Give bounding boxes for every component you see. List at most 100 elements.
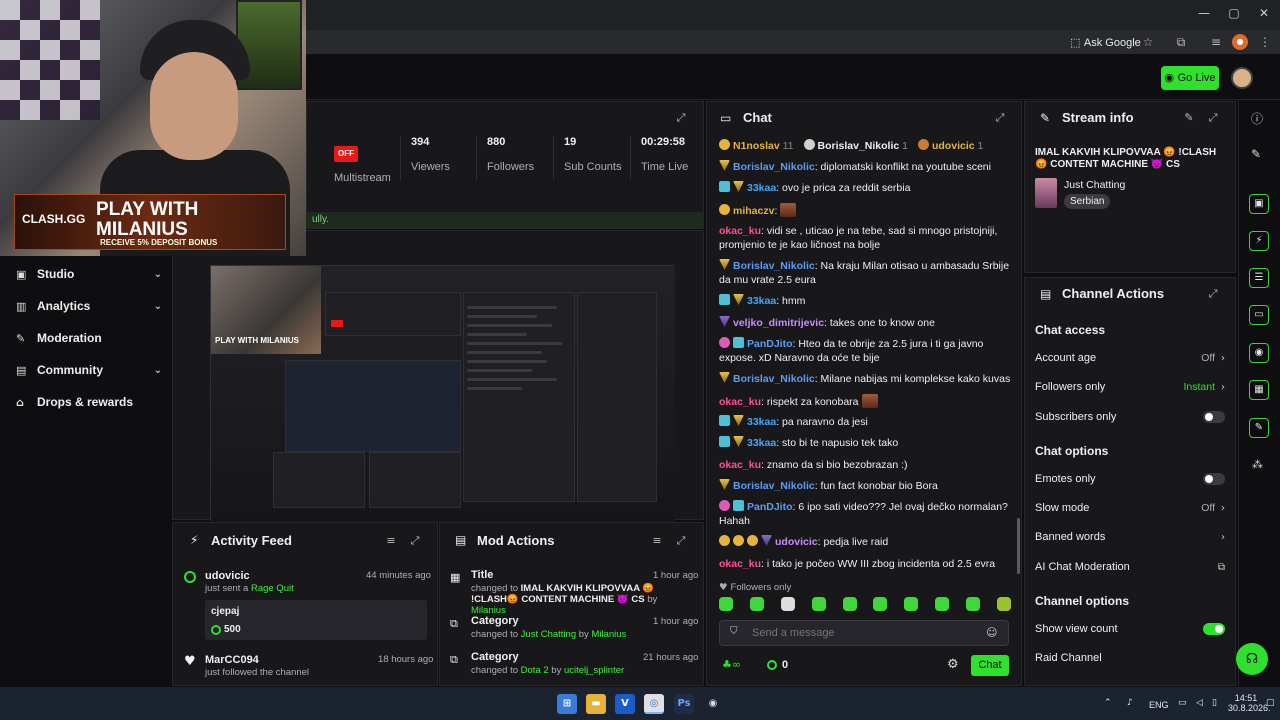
community-points-icon[interactable]: ♣∞: [722, 658, 741, 671]
chat-username[interactable]: mihaczv: [733, 205, 774, 217]
chat-username[interactable]: PanDJito: [747, 501, 793, 513]
chat-username[interactable]: okac_ku: [719, 459, 761, 471]
start-menu-icon[interactable]: ⊞: [557, 694, 577, 714]
volume-icon[interactable]: ◁: [1196, 698, 1203, 708]
support-headset-icon[interactable]: ☊: [1236, 643, 1268, 675]
edit-icon[interactable]: ✎: [1182, 111, 1196, 125]
chrome-icon[interactable]: ◎: [644, 694, 664, 714]
obs-icon[interactable]: ◉: [703, 694, 723, 714]
sidebar-item-studio[interactable]: ▣ Studio ⌄: [16, 264, 162, 284]
apps-icon[interactable]: ⁂: [1252, 458, 1263, 471]
changed-value[interactable]: Just Chatting: [521, 629, 576, 640]
language-indicator[interactable]: ENG: [1149, 700, 1169, 710]
leaderboard-entry[interactable]: udovicic 1: [917, 139, 983, 152]
mic-icon[interactable]: ♪: [1127, 698, 1133, 708]
changed-value[interactable]: Dota 2: [521, 665, 549, 676]
chat-badge-icon[interactable]: [733, 337, 744, 348]
chat-username[interactable]: PanDJito: [747, 338, 793, 350]
chat-username[interactable]: 33kaa: [747, 416, 776, 428]
emote-icon[interactable]: [811, 597, 826, 611]
chat-username[interactable]: 33kaa: [747, 295, 776, 307]
category-name[interactable]: Just Chatting: [1064, 179, 1125, 191]
chat-username[interactable]: Borislav_Nikolic: [733, 260, 815, 272]
emote-icon[interactable]: [873, 597, 888, 611]
chat-badge-icon[interactable]: [719, 479, 730, 490]
account-age-row[interactable]: Account age Off ›: [1035, 348, 1225, 368]
filter-icon[interactable]: ≡: [384, 534, 398, 548]
category-thumbnail[interactable]: [1035, 178, 1057, 208]
slow-mode-row[interactable]: Slow mode Off ›: [1035, 498, 1225, 518]
expand-icon[interactable]: ⤢: [1206, 287, 1220, 301]
leaderboard-entry[interactable]: N1noslav 11: [719, 139, 794, 152]
subscribers-only-toggle[interactable]: [1203, 411, 1225, 423]
message-icon[interactable]: ▭: [1249, 305, 1269, 325]
banned-words-row[interactable]: Banned words ›: [1035, 527, 1225, 547]
chat-username[interactable]: okac_ku: [719, 558, 761, 570]
chat-username[interactable]: 33kaa: [747, 437, 776, 449]
sidebar-item-drops[interactable]: ⌂ Drops & rewards: [16, 392, 162, 412]
emote-icon[interactable]: [935, 597, 950, 611]
leaderboard-entry[interactable]: Borislav_Nikolic 1: [803, 139, 908, 152]
chat-send-button[interactable]: Chat: [971, 655, 1009, 676]
chat-scrollbar[interactable]: [1017, 518, 1020, 574]
bookmark-star-icon[interactable]: ☆: [1140, 34, 1156, 50]
battery-icon[interactable]: ▯: [1212, 698, 1217, 708]
notification-icon[interactable]: ▢: [1266, 698, 1275, 708]
emotes-only-toggle[interactable]: [1203, 473, 1225, 485]
extension-badge-icon[interactable]: ●: [1232, 34, 1248, 50]
chat-username[interactable]: udovicic: [775, 536, 818, 548]
chat-username[interactable]: veljko_dimitrijevic: [733, 317, 824, 329]
stream-preview-video[interactable]: PLAY WITH MILANIUS: [210, 265, 675, 522]
chat-badge-icon[interactable]: [719, 204, 730, 215]
record-icon[interactable]: ◉: [1249, 343, 1269, 363]
followers-only-row[interactable]: Followers only Instant ›: [1035, 377, 1225, 397]
chat-badge-icon[interactable]: [719, 259, 730, 270]
chat-badge-icon[interactable]: [733, 500, 744, 511]
chat-badge-icon[interactable]: [719, 316, 730, 327]
activity-user[interactable]: MarCC094: [205, 654, 259, 666]
browser-menu-icon[interactable]: ⋮: [1257, 34, 1273, 50]
chat-username[interactable]: okac_ku: [719, 225, 761, 237]
emote-icon[interactable]: [842, 597, 857, 611]
chat-badge-icon[interactable]: [719, 535, 730, 546]
edit-icon[interactable]: ✎: [1251, 147, 1261, 161]
go-live-button[interactable]: ◉ Go Live: [1161, 66, 1219, 90]
emote-icon[interactable]: [719, 597, 733, 611]
chat-input[interactable]: [719, 620, 1009, 646]
stream-tag[interactable]: Serbian: [1064, 194, 1111, 209]
emote-icon[interactable]: [966, 597, 980, 611]
close-window-button[interactable]: ✕: [1254, 6, 1274, 24]
network-icon[interactable]: ▭: [1178, 698, 1187, 708]
user-avatar[interactable]: [1231, 67, 1253, 89]
sidebar-item-moderation[interactable]: ✎ Moderation: [16, 328, 162, 348]
multistream-status-badge[interactable]: OFF: [334, 146, 358, 162]
expand-icon[interactable]: ⤢: [674, 111, 688, 125]
chat-badge-icon[interactable]: [733, 535, 744, 546]
ai-moderation-row[interactable]: AI Chat Moderation ⧉: [1035, 557, 1225, 577]
lightning-icon[interactable]: ⚡: [1249, 231, 1269, 251]
chat-badge-icon[interactable]: [719, 337, 730, 348]
chat-badge-icon[interactable]: [719, 415, 730, 426]
raid-channel-row[interactable]: Raid Channel: [1035, 648, 1225, 668]
tray-chevron-icon[interactable]: ⌃: [1104, 698, 1112, 708]
chat-username[interactable]: Borislav_Nikolic: [733, 373, 815, 385]
emote-icon[interactable]: [780, 597, 795, 611]
chat-badge-icon[interactable]: [719, 436, 730, 447]
chat-username[interactable]: okac_ku: [719, 396, 761, 408]
maximize-button[interactable]: ▢: [1224, 6, 1244, 24]
sidebar-item-analytics[interactable]: ▥ Analytics ⌄: [16, 296, 162, 316]
chat-badge-icon[interactable]: [761, 535, 772, 546]
emote-icon[interactable]: [749, 597, 764, 611]
chat-badge-icon[interactable]: [747, 535, 758, 546]
activity-user[interactable]: udovicic: [205, 570, 250, 582]
chat-badge-icon[interactable]: [719, 294, 730, 305]
clip-icon[interactable]: ▣: [1249, 194, 1269, 214]
emote-icon[interactable]: [904, 597, 919, 611]
chat-badge-icon[interactable]: [733, 181, 744, 192]
chat-badge-icon[interactable]: [733, 294, 744, 305]
expand-icon[interactable]: ⤢: [993, 111, 1007, 125]
clock[interactable]: 14:51 30.8.2026.: [1228, 693, 1271, 713]
expand-icon[interactable]: ⤢: [1206, 111, 1220, 125]
wrench-icon[interactable]: ✎: [1249, 418, 1269, 438]
ask-google-button[interactable]: ⬚ Ask Google: [1064, 34, 1147, 52]
